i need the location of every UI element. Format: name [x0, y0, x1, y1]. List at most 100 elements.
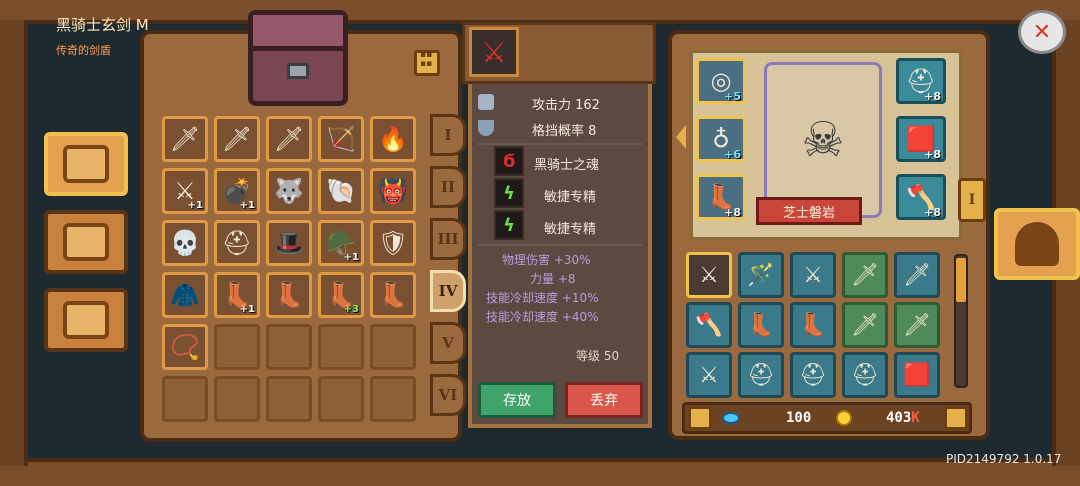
frame-top	[0, 0, 1080, 24]
inventory-slot[interactable]: 🐚	[318, 168, 364, 214]
red-shell-armor-icon: 🐚	[326, 177, 356, 205]
chest-icon	[248, 10, 348, 106]
empty-slot[interactable]	[318, 376, 364, 422]
tier-tab-IV[interactable]: IV	[430, 270, 466, 312]
item-level: 等级 50	[576, 349, 620, 363]
black-knight-sword-icon: ⚔	[469, 27, 519, 77]
block-stat: 格挡概率 8	[532, 124, 597, 139]
golden-sword-icon: 🗡	[221, 125, 253, 153]
inventory-slot[interactable]: 🛡	[370, 220, 416, 266]
empty-slot[interactable]	[318, 324, 364, 370]
backpack-slot[interactable]: ⛑	[738, 352, 784, 398]
inventory-slot[interactable]: 🎩	[266, 220, 312, 266]
drop-button[interactable]: 丢弃	[565, 382, 643, 418]
backpack-slot[interactable]: ⛑	[842, 352, 888, 398]
gear-slot[interactable]: 🟥 +8	[896, 116, 946, 162]
red-helmet-2-icon: ⛑	[799, 362, 827, 388]
inventory-slot[interactable]: 🏹	[318, 116, 364, 162]
inventory-slot[interactable]: 👹	[370, 168, 416, 214]
inventory-slot[interactable]: 🗡	[266, 116, 312, 162]
backpack-slot[interactable]: ⚔	[686, 252, 732, 298]
empty-slot[interactable]	[162, 376, 208, 422]
inventory-slot[interactable]: 👢 +1	[214, 272, 260, 318]
item-count: +1	[187, 200, 203, 211]
inventory-slot[interactable]: 👢 +3	[318, 272, 364, 318]
trade-nav-button[interactable]	[44, 288, 128, 352]
empty-slot[interactable]	[214, 324, 260, 370]
character-nav-button[interactable]	[994, 208, 1080, 280]
backpack-slot[interactable]: ⚔	[790, 252, 836, 298]
backpack-slot[interactable]: 🟥	[894, 352, 940, 398]
perk-2: 敏捷专精	[544, 190, 597, 205]
empty-slot[interactable]	[266, 324, 312, 370]
lock-button[interactable]	[688, 406, 712, 430]
empty-slot[interactable]	[370, 324, 416, 370]
backpack-slot[interactable]: 🗡	[894, 252, 940, 298]
coin-icon	[836, 410, 852, 426]
tier-tab-VI[interactable]: VI	[430, 374, 466, 416]
agility-icon: ϟ	[494, 178, 524, 208]
gear-level: +8	[724, 206, 741, 219]
inventory-slot[interactable]: 👢	[370, 272, 416, 318]
gold-necklace-icon: 📿	[170, 333, 200, 361]
battle-axe-icon: 🪓	[695, 312, 723, 338]
sort-grid-button[interactable]	[414, 50, 440, 76]
tier-tab-I[interactable]: I	[958, 178, 986, 222]
green-boots-icon: 👢	[274, 281, 304, 309]
book-nav-button[interactable]	[44, 210, 128, 274]
inventory-slot[interactable]: 💣 +1	[214, 168, 260, 214]
green-sword-icon: 🗡	[169, 125, 201, 153]
item-count: +1	[239, 200, 255, 211]
dagger-icon: 🗡	[903, 262, 931, 288]
store-button[interactable]: 存放	[478, 382, 556, 418]
grid-button[interactable]	[944, 406, 968, 430]
gear-slot[interactable]: ◎ +5	[696, 58, 746, 104]
gear-slot[interactable]: ⛑ +8	[896, 58, 946, 104]
inventory-slot[interactable]: ⛑	[214, 220, 260, 266]
gold-count: 403K	[886, 410, 920, 426]
empty-slot[interactable]	[214, 376, 260, 422]
backpack-scrollbar[interactable]	[954, 254, 968, 388]
item-name: 黑骑士玄剑 M	[56, 16, 149, 34]
inventory-slot[interactable]: 🐺	[266, 168, 312, 214]
divider	[478, 244, 642, 246]
backpack-slot[interactable]: ⚔	[686, 352, 732, 398]
empty-slot[interactable]	[266, 376, 312, 422]
tier-tab-III[interactable]: III	[430, 218, 466, 260]
crossed-swords-icon: ⚔	[803, 262, 823, 288]
tier-tab-II[interactable]: II	[430, 166, 466, 208]
empty-slot[interactable]	[370, 376, 416, 422]
tier-tab-I[interactable]: I	[430, 114, 466, 156]
backpack-slot[interactable]: 🪓	[686, 302, 732, 348]
gear-slot[interactable]: 🪓 +8	[896, 174, 946, 220]
item-count: +3	[343, 304, 359, 315]
inventory-slot[interactable]: 🪖 +1	[318, 220, 364, 266]
inventory-slot[interactable]: 🔥	[370, 116, 416, 162]
backpack-slot[interactable]: ⛑	[790, 352, 836, 398]
red-armor-icon: 🟥	[903, 362, 931, 388]
backpack-slot[interactable]: 👢	[738, 302, 784, 348]
character-portrait: ☠	[764, 62, 882, 218]
inventory-slot[interactable]: 🧥	[162, 272, 208, 318]
gem-count: 100	[786, 410, 812, 426]
backpack-slot[interactable]: 🗡	[842, 302, 888, 348]
inventory-slot[interactable]: 👢	[266, 272, 312, 318]
backpack-slot[interactable]: 🗡	[894, 302, 940, 348]
close-button[interactable]: ✕	[1018, 10, 1066, 54]
inventory-slot[interactable]: 📿	[162, 324, 208, 370]
inventory-slot[interactable]: 🗡	[162, 116, 208, 162]
tier-tab-V[interactable]: V	[430, 322, 466, 364]
fire-staff-icon: 🔥	[378, 125, 408, 153]
backpack-slot[interactable]: 🪄	[738, 252, 784, 298]
backpack-slot[interactable]: 🗡	[842, 252, 888, 298]
inventory-slot[interactable]: 🗡	[214, 116, 260, 162]
purple-spiked-armor-icon: 👹	[378, 177, 408, 205]
backpack-slot[interactable]: 👢	[790, 302, 836, 348]
gear-slot[interactable]: 👢 +8	[696, 174, 746, 220]
inventory-slot[interactable]: ⚔ +1	[162, 168, 208, 214]
storage-nav-button[interactable]	[44, 132, 128, 196]
gear-slot[interactable]: ♁ +6	[696, 116, 746, 162]
book-icon	[63, 223, 109, 261]
frame-left	[0, 20, 28, 466]
inventory-slot[interactable]: 💀	[162, 220, 208, 266]
